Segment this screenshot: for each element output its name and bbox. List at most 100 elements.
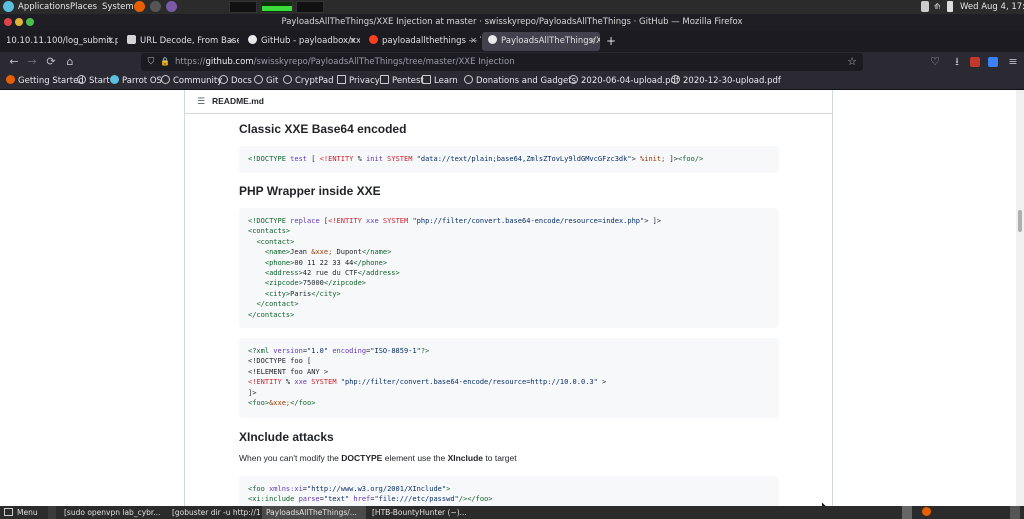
app-launcher-icon[interactable] — [166, 1, 177, 12]
close-icon[interactable]: × — [228, 32, 235, 51]
heading-php-wrapper: PHP Wrapper inside XXE — [239, 184, 381, 198]
window-titlebar[interactable]: PayloadsAllTheThings/XXE Injection at ma… — [0, 14, 1024, 30]
close-icon[interactable]: × — [349, 32, 356, 51]
github-icon — [488, 35, 497, 44]
github-icon — [248, 35, 257, 44]
network-monitor — [296, 1, 324, 13]
os-top-panel: Applications Places System ⟰ Wed Aug 4, … — [0, 0, 1024, 14]
bookmark-donations[interactable]: Donations and Gadgets — [464, 72, 576, 90]
folder-icon — [380, 75, 389, 84]
applications-menu[interactable]: Applications — [18, 1, 70, 13]
bookmark-docs[interactable]: Docs — [219, 72, 252, 90]
code-line: <address>42 rue du CTF</address> — [264, 268, 400, 277]
bookmark-label: Donations and Gadgets — [476, 76, 577, 86]
globe-icon — [77, 75, 86, 84]
close-icon[interactable]: × — [589, 32, 596, 51]
page-favicon-icon — [127, 35, 136, 44]
tab-label: URL Decode, From Base64 — [140, 36, 239, 46]
shield-icon[interactable]: ⛉ — [144, 55, 158, 69]
code-line: <name>Jean &xxe; Dupont</name> — [264, 248, 392, 257]
globe-icon — [464, 75, 473, 84]
taskbar-menu-button[interactable]: Menu — [4, 506, 38, 519]
downloads-icon[interactable]: ⭳ — [950, 55, 964, 69]
workspace-icon[interactable] — [1010, 506, 1020, 519]
reload-icon[interactable]: ⟳ — [44, 55, 58, 69]
bookmark-community[interactable]: Community — [161, 72, 222, 90]
url-text[interactable]: https://github.com/swisskyrepo/PayloadsA… — [175, 53, 515, 71]
parrot-menu-icon[interactable] — [3, 1, 14, 12]
new-tab-button[interactable]: + — [603, 32, 619, 51]
forward-icon[interactable]: → — [25, 55, 39, 69]
text: element use the — [382, 453, 448, 463]
xinclude-description: When you can't modify the DOCTYPE elemen… — [239, 453, 517, 463]
scrollbar-thumb[interactable] — [1018, 210, 1022, 232]
system-menu[interactable]: System — [102, 1, 134, 13]
grid-icon — [4, 508, 13, 516]
yandex-icon — [369, 35, 378, 44]
bookmark-getting-started[interactable]: Getting Started — [6, 72, 84, 90]
code-line: <phone>00 11 22 33 44</phone> — [264, 258, 388, 267]
bookmark-label: Learn — [434, 76, 458, 86]
tab-yandex[interactable]: payloadallthethings — Yandex × — [363, 32, 481, 51]
tab-log-submit[interactable]: 10.10.11.100/log_submit.php × — [0, 32, 118, 51]
terminal-launcher-icon[interactable] — [150, 1, 161, 12]
bookmark-label: 2020-06-04-upload.pdf — [581, 76, 679, 86]
code-line: <city>Paris</city> — [264, 289, 341, 298]
bookmark-label: Docs — [231, 76, 252, 86]
tab-github-payloadbox[interactable]: GitHub - payloadbox/xxe- × — [242, 32, 360, 51]
bookmark-cryptpad[interactable]: CryptPad — [283, 72, 334, 90]
page-viewport: ☰ README.md Classic XXE Base64 encoded <… — [0, 90, 1024, 506]
readme-filename[interactable]: README.md — [212, 96, 264, 106]
bookmark-star-icon[interactable]: ☆ — [845, 55, 859, 69]
close-icon[interactable]: × — [470, 32, 477, 51]
menu-label: Menu — [17, 508, 38, 517]
code-line: <!DOCTYPE test [ <!ENTITY % init SYSTEM … — [248, 155, 704, 163]
code-block-php-wrapper: <!DOCTYPE replace [<!ENTITY xxe SYSTEM "… — [239, 208, 779, 328]
firefox-tray-icon[interactable] — [922, 506, 934, 519]
pocket-icon[interactable]: ♡ — [928, 55, 942, 69]
page-scrollbar[interactable] — [1016, 90, 1024, 506]
back-icon[interactable]: ← — [7, 55, 21, 69]
text-bold: DOCTYPE — [341, 453, 383, 463]
places-menu[interactable]: Places — [70, 1, 97, 13]
firefox-launcher-icon[interactable] — [134, 1, 145, 12]
bookmark-folder-pentest[interactable]: Pentest — [380, 72, 424, 90]
bookmark-start[interactable]: Start — [77, 72, 110, 90]
bookmark-folder-privacy[interactable]: Privacy — [337, 72, 380, 90]
show-desktop-icon[interactable] — [48, 506, 56, 519]
tab-payloadsallthethings[interactable]: PayloadsAllTheThings/XXE × — [482, 32, 600, 51]
bookmark-folder-learn[interactable]: Learn — [422, 72, 458, 90]
extension-icon[interactable] — [970, 57, 980, 67]
bookmark-git[interactable]: Git — [254, 72, 278, 90]
volume-icon[interactable] — [947, 1, 953, 12]
extension-blue-icon[interactable] — [988, 57, 998, 67]
tab-url-decode[interactable]: URL Decode, From Base64 × — [121, 32, 239, 51]
bookmark-parrot-os[interactable]: Parrot OS — [110, 72, 162, 90]
globe-icon — [161, 75, 170, 84]
folder-icon — [337, 75, 346, 84]
bookmark-pdf-0604[interactable]: 2020-06-04-upload.pdf — [569, 72, 679, 90]
taskbar-item-firefox[interactable]: PayloadsAllTheThings/... — [262, 506, 366, 519]
lock-icon[interactable]: 🔒 — [158, 55, 172, 69]
bookmark-label: Pentest — [392, 76, 424, 86]
taskbar-item-htb-terminal[interactable]: [HTB-BountyHunter (~)... — [368, 506, 472, 519]
network-icon[interactable]: ⟰ — [934, 1, 945, 12]
pause-icon[interactable] — [921, 1, 929, 12]
text: When you can't modify the — [239, 453, 342, 463]
home-icon[interactable]: ⌂ — [63, 55, 77, 69]
bookmarks-toolbar: Getting Started Start Parrot OS Communit… — [0, 72, 1024, 90]
taskbar-item-gobuster[interactable]: [gobuster dir -u http://1... — [168, 506, 260, 519]
tab-label: GitHub - payloadbox/xxe- — [261, 36, 360, 46]
workspace-1-icon[interactable] — [902, 506, 912, 519]
system-clock[interactable]: Wed Aug 4, 17:36 — [960, 1, 1024, 13]
url-bar[interactable]: ⛉ 🔒 https://github.com/swisskyrepo/Paylo… — [141, 53, 863, 71]
hamburger-menu-icon[interactable]: ≡ — [1006, 55, 1020, 69]
list-icon[interactable]: ☰ — [197, 97, 205, 107]
heading-xinclude: XInclude attacks — [239, 430, 334, 444]
code-line: <foo>&xxe;</foo> — [248, 398, 316, 407]
code-line: </contacts> — [248, 310, 295, 319]
globe-icon — [283, 75, 292, 84]
bookmark-pdf-1230[interactable]: 2020-12-30-upload.pdf — [671, 72, 781, 90]
bookmark-label: Community — [173, 76, 223, 86]
close-icon[interactable]: × — [107, 32, 114, 51]
